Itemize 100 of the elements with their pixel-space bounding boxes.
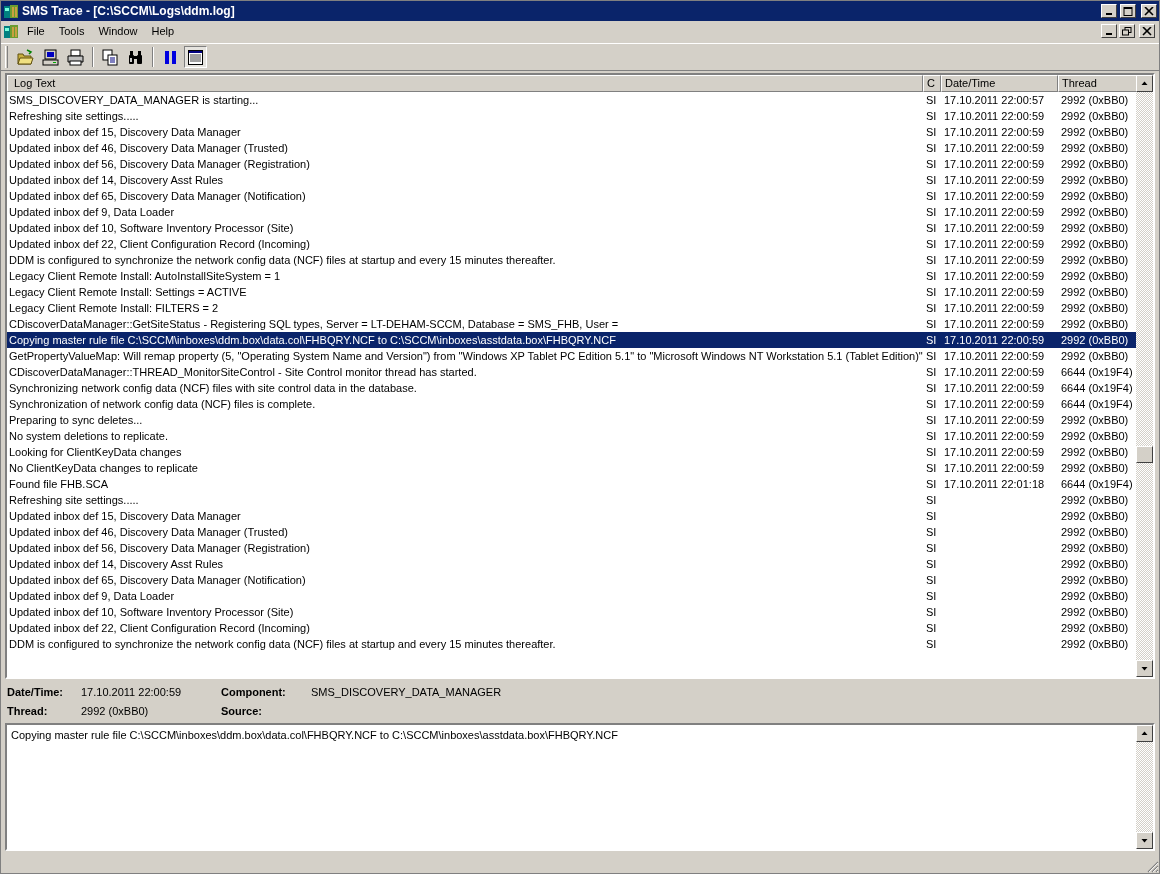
toolbar-button[interactable] bbox=[184, 46, 207, 68]
close-button[interactable] bbox=[1141, 4, 1157, 18]
minimize-button[interactable] bbox=[1101, 24, 1117, 38]
field-label: Thread: bbox=[7, 704, 49, 720]
log-row[interactable]: Updated inbox def 22, Client Configuration Record (Incoming) SI 2992 (0xBB0) bbox=[7, 620, 1136, 636]
scroll-up-button[interactable] bbox=[1136, 725, 1153, 742]
log-row[interactable]: Synchronizing network config data (NCF) files with site control data in the database. SI 17.10.2011 22:00:59 6644 (0x19F4) bbox=[7, 380, 1136, 396]
close-button[interactable] bbox=[1139, 24, 1155, 38]
log-row[interactable]: Found file FHB.SCA SI 17.10.2011 22:01:18 6644 (0x19F4) bbox=[7, 476, 1136, 492]
thread-text: 6644 (0x19F4) bbox=[1060, 397, 1134, 412]
log-text: Updated inbox def 22, Client Configuration Record (Incoming) bbox=[8, 237, 311, 252]
log-text: Synchronizing network config data (NCF) files with site control data in the database. bbox=[8, 381, 418, 396]
log-row[interactable]: DDM is configured to synchronize the network config data (NCF) files at startup and every 15 minutes thereafter. SI 2992 (0xBB0) bbox=[7, 636, 1136, 652]
component-text: SI bbox=[925, 573, 938, 588]
thread-text: 2992 (0xBB0) bbox=[1060, 413, 1130, 428]
log-row[interactable]: Updated inbox def 46, Discovery Data Manager (Trusted) SI 2992 (0xBB0) bbox=[7, 524, 1136, 540]
log-row[interactable]: Updated inbox def 9, Data Loader SI 17.10.2011 22:00:59 2992 (0xBB0) bbox=[7, 204, 1136, 220]
component-text: SI bbox=[925, 445, 938, 460]
log-row[interactable]: Updated inbox def 14, Discovery Asst Rules SI 17.10.2011 22:00:59 2992 (0xBB0) bbox=[7, 172, 1136, 188]
component-text: SI bbox=[925, 381, 938, 396]
log-text: Updated inbox def 10, Software Inventory Processor (Site) bbox=[8, 605, 295, 620]
log-row[interactable]: Legacy Client Remote Install: Settings = ACTIVE SI 17.10.2011 22:00:59 2992 (0xBB0) bbox=[7, 284, 1136, 300]
menu-item[interactable]: Window bbox=[92, 22, 144, 40]
scroll-up-button[interactable] bbox=[1136, 75, 1153, 92]
log-row[interactable]: Refreshing site settings..... SI 17.10.2011 22:00:59 2992 (0xBB0) bbox=[7, 108, 1136, 124]
log-row[interactable]: Updated inbox def 56, Discovery Data Manager (Registration) SI 2992 (0xBB0) bbox=[7, 540, 1136, 556]
thread-text: 2992 (0xBB0) bbox=[1060, 205, 1130, 220]
log-row[interactable]: Updated inbox def 65, Discovery Data Manager (Notification) SI 17.10.2011 22:00:59 2992 (0xBB0) bbox=[7, 188, 1136, 204]
log-row[interactable]: Updated inbox def 9, Data Loader SI 2992 (0xBB0) bbox=[7, 588, 1136, 604]
date-time-text: 17.10.2011 22:00:59 bbox=[943, 125, 1046, 140]
log-row[interactable]: Refreshing site settings..... SI 2992 (0xBB0) bbox=[7, 492, 1136, 508]
component-text: SI bbox=[925, 349, 938, 364]
log-row[interactable]: Updated inbox def 10, Software Inventory Processor (Site) SI 2992 (0xBB0) bbox=[7, 604, 1136, 620]
log-row[interactable]: No ClientKeyData changes to replicate SI 17.10.2011 22:00:59 2992 (0xBB0) bbox=[7, 460, 1136, 476]
maximize-button[interactable] bbox=[1120, 4, 1136, 18]
date-time-text: 17.10.2011 22:01:18 bbox=[943, 477, 1046, 492]
component-text: SI bbox=[925, 157, 938, 172]
component-text: SI bbox=[925, 109, 938, 124]
date-time-text: 17.10.2011 22:00:59 bbox=[943, 397, 1046, 412]
restore-icon bbox=[1122, 26, 1132, 36]
date-time-text: 17.10.2011 22:00:59 bbox=[943, 141, 1046, 156]
column-header[interactable]: C bbox=[923, 75, 941, 92]
minimize-icon bbox=[1106, 13, 1112, 15]
computer-icon bbox=[42, 48, 59, 66]
log-row[interactable]: No system deletions to replicate. SI 17.10.2011 22:00:59 2992 (0xBB0) bbox=[7, 428, 1136, 444]
toolbar-button[interactable] bbox=[39, 46, 62, 68]
log-row[interactable]: Legacy Client Remote Install: FILTERS = 2 SI 17.10.2011 22:00:59 2992 (0xBB0) bbox=[7, 300, 1136, 316]
component-text: SI bbox=[925, 589, 938, 604]
log-text: Updated inbox def 9, Data Loader bbox=[8, 589, 176, 604]
log-row[interactable]: Updated inbox def 56, Discovery Data Manager (Registration) SI 17.10.2011 22:00:59 2992 (0xBB0) bbox=[7, 156, 1136, 172]
scroll-down-button[interactable] bbox=[1136, 832, 1153, 849]
date-time-text: 17.10.2011 22:00:59 bbox=[943, 445, 1046, 460]
minimize-button[interactable] bbox=[1101, 4, 1117, 18]
thread-text: 2992 (0xBB0) bbox=[1060, 173, 1130, 188]
log-row[interactable]: Updated inbox def 46, Discovery Data Manager (Trusted) SI 17.10.2011 22:00:59 2992 (0xBB0) bbox=[7, 140, 1136, 156]
column-header[interactable]: Date/Time bbox=[941, 75, 1058, 92]
thread-text: 2992 (0xBB0) bbox=[1060, 525, 1130, 540]
thread-text: 2992 (0xBB0) bbox=[1060, 317, 1130, 332]
component-text: SI bbox=[925, 525, 938, 540]
log-row[interactable]: Updated inbox def 14, Discovery Asst Rules SI 2992 (0xBB0) bbox=[7, 556, 1136, 572]
menu-item[interactable]: Help bbox=[145, 22, 181, 40]
log-row[interactable]: Copying master rule file C:\SCCM\inboxes\ddm.box\data.col\FHBQRY.NCF to C:\SCCM\inboxes\asstdata.box\FHBQRY.NCF SI 17.10.2011 22:00:59 2992 (0xBB0) bbox=[7, 332, 1136, 348]
date-time-text: 17.10.2011 22:00:59 bbox=[943, 365, 1046, 380]
scrollbar[interactable] bbox=[1136, 75, 1153, 677]
date-time-text: 17.10.2011 22:00:59 bbox=[943, 189, 1046, 204]
thread-text: 6644 (0x19F4) bbox=[1060, 477, 1134, 492]
column-header[interactable]: Log Text bbox=[7, 75, 923, 92]
log-row[interactable]: CDiscoverDataManager::GetSiteStatus - Registering SQL types, Server = LT-DEHAM-SCCM, Database = SMS_FHB, User = SI 17.10.2011 22:00:59 2992 (0xBB0) bbox=[7, 316, 1136, 332]
log-text: Updated inbox def 65, Discovery Data Manager (Notification) bbox=[8, 573, 307, 588]
log-row[interactable]: Synchronization of network config data (NCF) files is complete. SI 17.10.2011 22:00:59 6644 (0x19F4) bbox=[7, 396, 1136, 412]
log-row[interactable]: Updated inbox def 65, Discovery Data Manager (Notification) SI 2992 (0xBB0) bbox=[7, 572, 1136, 588]
menu-item[interactable]: Tools bbox=[52, 22, 91, 40]
list-view-icon bbox=[187, 48, 204, 66]
column-header[interactable]: Thread bbox=[1058, 75, 1136, 92]
log-row[interactable]: Updated inbox def 10, Software Inventory Processor (Site) SI 17.10.2011 22:00:59 2992 (0xBB0) bbox=[7, 220, 1136, 236]
scroll-thumb[interactable] bbox=[1136, 446, 1153, 463]
menu-item[interactable]: File bbox=[21, 22, 51, 40]
component-text: SI bbox=[925, 253, 938, 268]
thread-text: 2992 (0xBB0) bbox=[1060, 589, 1130, 604]
scroll-down-button[interactable] bbox=[1136, 660, 1153, 677]
scrollbar[interactable] bbox=[1136, 725, 1153, 849]
log-row[interactable]: Updated inbox def 15, Discovery Data Manager SI 2992 (0xBB0) bbox=[7, 508, 1136, 524]
component-text: SI bbox=[925, 429, 938, 444]
restore-button[interactable] bbox=[1119, 24, 1135, 38]
component-text: SI bbox=[925, 621, 938, 636]
log-text: Updated inbox def 15, Discovery Data Manager bbox=[8, 125, 242, 140]
date-time-text: 17.10.2011 22:00:59 bbox=[943, 109, 1046, 124]
thread-text: 2992 (0xBB0) bbox=[1060, 221, 1130, 236]
field-label: Date/Time: bbox=[7, 685, 65, 701]
log-row[interactable]: Preparing to sync deletes... SI 17.10.2011 22:00:59 2992 (0xBB0) bbox=[7, 412, 1136, 428]
log-row[interactable]: SMS_DISCOVERY_DATA_MANAGER is starting... SI 17.10.2011 22:00:57 2992 (0xBB0) bbox=[7, 92, 1136, 108]
log-row[interactable]: Updated inbox def 15, Discovery Data Manager SI 17.10.2011 22:00:59 2992 (0xBB0) bbox=[7, 124, 1136, 140]
toolbar-button[interactable] bbox=[64, 46, 87, 68]
log-row[interactable]: Looking for ClientKeyData changes SI 17.10.2011 22:00:59 2992 (0xBB0) bbox=[7, 444, 1136, 460]
thread-text: 2992 (0xBB0) bbox=[1060, 461, 1130, 476]
log-row[interactable]: DDM is configured to synchronize the network config data (NCF) files at startup and every 15 minutes thereafter. SI 17.10.2011 22:00:59 2992 (0xBB0) bbox=[7, 252, 1136, 268]
log-row[interactable]: Legacy Client Remote Install: AutoInstallSiteSystem = 1 SI 17.10.2011 22:00:59 2992 (0xBB0) bbox=[7, 268, 1136, 284]
date-time-text: 17.10.2011 22:00:59 bbox=[943, 381, 1046, 396]
log-row[interactable]: Updated inbox def 22, Client Configuration Record (Incoming) SI 17.10.2011 22:00:59 2992 (0xBB0) bbox=[7, 236, 1136, 252]
log-row[interactable]: CDiscoverDataManager::THREAD_MonitorSiteControl - Site Control monitor thread has started. SI 17.10.2011 22:00:59 6644 (0x19F4) bbox=[7, 364, 1136, 380]
